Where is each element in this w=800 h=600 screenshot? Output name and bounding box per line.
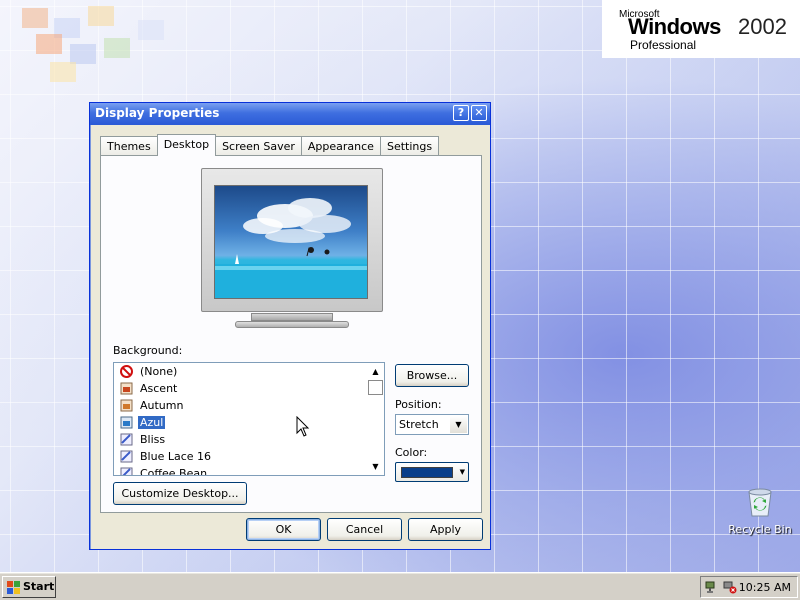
windows-flag-icon: [7, 581, 20, 594]
browse-button[interactable]: Browse...: [395, 364, 469, 387]
monitor-preview: [201, 168, 383, 312]
network-icon[interactable]: [705, 580, 719, 594]
dialog-title: Display Properties: [95, 106, 220, 120]
list-item[interactable]: Coffee Bean: [114, 465, 384, 476]
list-item[interactable]: Autumn: [114, 397, 384, 414]
mouse-cursor-icon: [296, 416, 310, 437]
bitmap-file-icon: [120, 433, 133, 446]
list-item[interactable]: Blue Lace 16: [114, 448, 384, 465]
bitmap-file-icon: [120, 450, 133, 463]
color-swatch: [401, 467, 453, 478]
cancel-button[interactable]: Cancel: [327, 518, 402, 541]
position-select[interactable]: Stretch ▼: [395, 414, 469, 435]
tab-strip: Themes Desktop Screen Saver Appearance S…: [100, 134, 440, 156]
list-item-label: Blue Lace 16: [140, 450, 212, 463]
windows-branding: Microsoft Windows 2002 Professional: [602, 0, 800, 58]
tab-appearance[interactable]: Appearance: [300, 136, 381, 156]
wallpaper-tile: [138, 20, 164, 40]
wallpaper-tile: [50, 62, 76, 82]
brand-edition: Professional: [630, 38, 697, 52]
chevron-down-icon: ▼: [459, 468, 465, 476]
scroll-thumb[interactable]: [368, 380, 383, 395]
tab-settings[interactable]: Settings: [379, 136, 440, 156]
position-value: Stretch: [399, 418, 439, 431]
wallpaper-tile: [70, 44, 96, 64]
desktop-tab-panel: Background: (None) Ascent Autumn Azul Bl…: [100, 155, 482, 513]
close-button[interactable]: ✕: [471, 105, 487, 121]
list-scrollbar[interactable]: ▲ ▼: [367, 363, 384, 475]
recycle-bin-icon: [748, 488, 772, 517]
start-button[interactable]: Start: [2, 576, 56, 598]
recycle-bin-label: Recycle Bin: [728, 523, 792, 536]
list-item[interactable]: Bliss: [114, 431, 384, 448]
tab-screen-saver[interactable]: Screen Saver: [215, 136, 302, 156]
network-disconnected-icon[interactable]: [723, 580, 737, 594]
scroll-up-arrow-icon[interactable]: ▲: [367, 363, 384, 380]
apply-button[interactable]: Apply: [408, 518, 483, 541]
taskbar: Start 10:25 AM: [0, 572, 800, 600]
background-label: Background:: [113, 344, 183, 357]
tab-themes[interactable]: Themes: [100, 136, 158, 156]
help-button[interactable]: ?: [453, 105, 469, 121]
recycle-bin-shortcut[interactable]: Recycle Bin: [724, 486, 796, 536]
ok-button[interactable]: OK: [246, 518, 321, 541]
list-item-label: Autumn: [140, 399, 184, 412]
system-tray: 10:25 AM: [700, 576, 798, 598]
none-icon: [120, 365, 133, 378]
wallpaper-tile: [36, 34, 62, 54]
brand-windows: Windows: [628, 14, 721, 39]
list-item-label: (None): [140, 365, 178, 378]
start-label: Start: [23, 580, 55, 593]
image-file-icon: [120, 416, 133, 429]
background-listbox[interactable]: (None) Ascent Autumn Azul Bliss Blue Lac…: [113, 362, 385, 476]
list-item-label: Ascent: [140, 382, 178, 395]
customize-desktop-button[interactable]: Customize Desktop...: [113, 482, 247, 505]
image-file-icon: [120, 382, 133, 395]
list-item-label: Bliss: [140, 433, 166, 446]
position-label: Position:: [395, 398, 442, 411]
list-item-selected[interactable]: Azul: [114, 414, 384, 431]
close-icon: ✕: [474, 106, 484, 119]
bitmap-file-icon: [120, 467, 133, 475]
image-file-icon: [120, 399, 133, 412]
color-picker-button[interactable]: ▼: [395, 462, 469, 482]
list-item[interactable]: (None): [114, 363, 384, 380]
list-item-label: Coffee Bean: [140, 467, 208, 476]
azul-wallpaper-image: [215, 198, 367, 298]
chevron-down-icon: ▼: [450, 416, 467, 433]
wallpaper-tile: [88, 6, 114, 26]
help-icon: ?: [457, 106, 465, 119]
clock[interactable]: 10:25 AM: [739, 581, 791, 594]
brand-year: 2002: [738, 14, 787, 39]
tab-desktop[interactable]: Desktop: [156, 134, 217, 156]
wallpaper-tile: [104, 38, 130, 58]
wallpaper-preview: [214, 185, 368, 299]
scroll-down-arrow-icon[interactable]: ▼: [367, 458, 384, 475]
list-item-label: Azul: [136, 415, 167, 430]
color-label: Color:: [395, 446, 428, 459]
monitor-base: [235, 321, 349, 328]
display-properties-dialog: Display Properties ? ✕ Themes Desktop Sc…: [89, 102, 491, 550]
monitor-neck: [251, 313, 333, 321]
dialog-titlebar[interactable]: Display Properties ? ✕: [90, 103, 490, 125]
wallpaper-tile: [22, 8, 48, 28]
list-item[interactable]: Ascent: [114, 380, 384, 397]
